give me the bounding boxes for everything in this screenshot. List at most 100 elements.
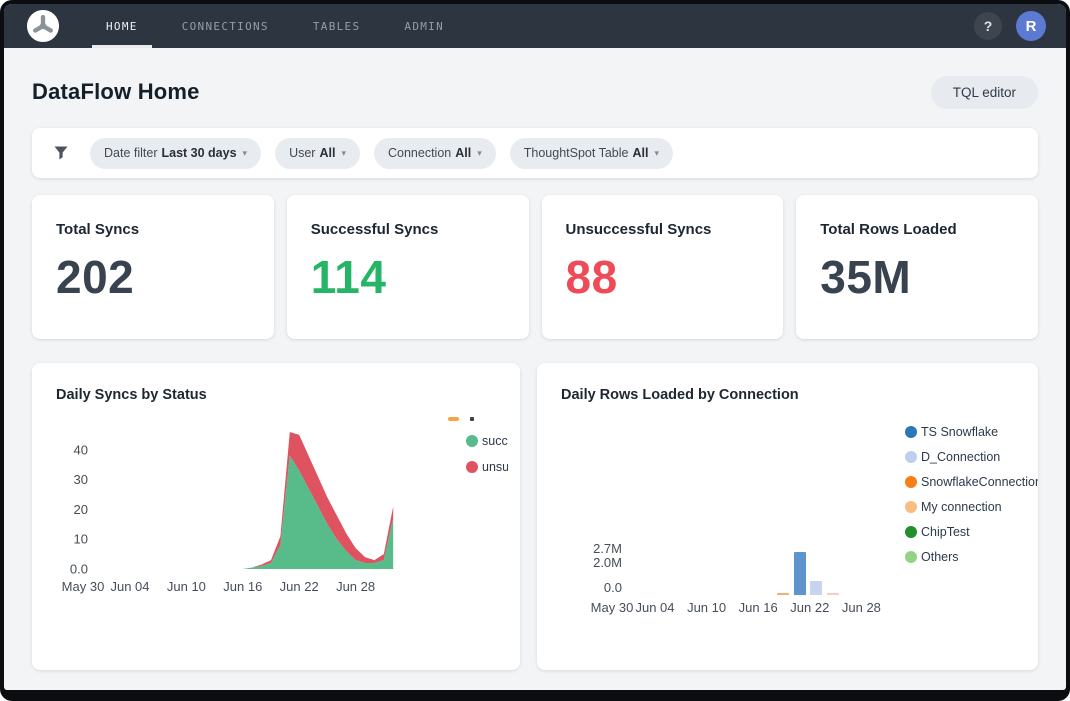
legend-item-unsuccessful[interactable]: unsuccessful [466,459,508,475]
kpi-value: 202 [56,250,250,304]
app-window: HOME CONNECTIONS TABLES ADMIN ? R DataFl… [4,4,1066,690]
legend-label: My connection [921,500,1038,514]
legend-dot [905,451,917,463]
kpi-unsuccessful-syncs[interactable]: Unsuccessful Syncs 88 [542,195,784,339]
area-series[interactable] [83,432,393,569]
kpi-label: Total Syncs [56,221,250,238]
legend-label: unsuccessful [482,460,508,474]
clipped-legend-item[interactable] [448,417,488,421]
legend-dot [905,426,917,438]
chevron-down-icon: ▾ [654,148,659,159]
page-content: DataFlow Home TQL editor Date filter Las… [4,74,1066,670]
page-title: DataFlow Home [32,79,200,105]
x-axis-label: Jun 22 [790,600,829,615]
bar-my-connection[interactable] [827,593,839,595]
page-header: DataFlow Home TQL editor [32,74,1038,110]
kpi-successful-syncs[interactable]: Successful Syncs 114 [287,195,529,339]
tab-admin[interactable]: ADMIN [390,4,458,48]
bar-ts-snowflake[interactable] [794,552,806,595]
legend-item-d-connection[interactable]: D_Connection [905,448,1038,466]
x-axis-label: Jun 04 [635,600,674,615]
chevron-down-icon: ▾ [477,148,482,159]
navbar-right: ? R [974,11,1046,41]
legend-item-others[interactable]: Others [905,548,1038,566]
thoughtspot-logo-icon[interactable] [26,9,60,43]
chart-title: Daily Rows Loaded by Connection [561,387,799,403]
kpi-total-syncs[interactable]: Total Syncs 202 [32,195,274,339]
top-navbar: HOME CONNECTIONS TABLES ADMIN ? R [4,4,1066,48]
filter-bar: Date filter Last 30 days ▾ User All ▾ Co… [32,128,1038,178]
tab-tables[interactable]: TABLES [299,4,375,48]
chart-daily-syncs-by-status: Daily Syncs by Status 0.010203040May 30J… [32,363,520,670]
filter-label: ThoughtSpot Table [524,146,629,160]
legend-item-my-connection[interactable]: My connection [905,498,1038,516]
legend-label: Others [921,550,1038,564]
y-axis-label: 2.7M [562,542,622,556]
filter-value: All [455,146,471,160]
bar-my-connection[interactable] [777,593,789,595]
axis-label: Jun 22 [280,579,319,594]
kpi-value: 35M [820,250,1014,304]
axis-label: Jun 28 [336,579,375,594]
axis-label: 40 [74,442,88,457]
x-axis-label: Jun 28 [842,600,881,615]
axis-label: 30 [74,472,88,487]
charts-row: Daily Syncs by Status 0.010203040May 30J… [32,363,1038,670]
tab-home[interactable]: HOME [92,4,152,48]
tab-connections[interactable]: CONNECTIONS [168,4,283,48]
area-series[interactable] [83,456,393,569]
chart-daily-rows-by-connection: Daily Rows Loaded by Connection 2.7M 2.0… [537,363,1038,670]
legend-label: D_Connection [921,450,1038,464]
filter-funnel-icon[interactable] [46,145,76,161]
filter-connection[interactable]: Connection All ▾ [374,138,496,169]
chevron-down-icon: ▾ [243,148,248,159]
legend-label: TS Snowflake [921,425,1038,439]
legend-dot [905,526,917,538]
axis-label: 20 [74,502,88,517]
window-frame: HOME CONNECTIONS TABLES ADMIN ? R DataFl… [0,0,1070,701]
filter-value: All [319,146,335,160]
area-chart-plot[interactable]: 0.010203040May 30Jun 04Jun 10Jun 16Jun 2… [32,413,520,618]
y-axis-label: 0.0 [562,581,622,595]
legend-dot [466,435,478,447]
legend-item-chiptest[interactable]: ChipTest [905,523,1038,541]
filter-value: All [632,146,648,160]
y-axis-label: 2.0M [562,556,622,570]
filter-user[interactable]: User All ▾ [275,138,360,169]
kpi-value: 88 [566,250,760,304]
legend-label: SnowflakeConnection [921,475,1038,489]
legend-item-snowflakeconnection[interactable]: SnowflakeConnection [905,473,1038,491]
tql-editor-button[interactable]: TQL editor [931,76,1038,109]
filter-value: Last 30 days [162,146,237,160]
filter-label: Connection [388,146,451,160]
filter-label: User [289,146,315,160]
axis-label: Jun 10 [167,579,206,594]
legend-item-ts-snowflake[interactable]: TS Snowflake [905,423,1038,441]
chart-title: Daily Syncs by Status [56,387,207,403]
user-avatar[interactable]: R [1016,11,1046,41]
filter-label: Date filter [104,146,158,160]
filter-thoughtspot-table[interactable]: ThoughtSpot Table All ▾ [510,138,673,169]
kpi-label: Total Rows Loaded [820,221,1014,238]
x-axis-label: Jun 16 [739,600,778,615]
axis-label: 10 [74,532,88,547]
axis-label: Jun 16 [223,579,262,594]
bar-d-connection[interactable] [810,581,822,595]
nav-tabs: HOME CONNECTIONS TABLES ADMIN [92,4,474,48]
legend-item-successful[interactable]: successful [466,433,508,449]
kpi-label: Unsuccessful Syncs [566,221,760,238]
x-axis-label: Jun 10 [687,600,726,615]
legend-dot [905,551,917,563]
axis-label: 0.0 [70,562,88,577]
legend-swatch [470,417,474,421]
chevron-down-icon: ▾ [341,148,346,159]
legend-dot [905,501,917,513]
kpi-total-rows-loaded[interactable]: Total Rows Loaded 35M [796,195,1038,339]
legend-dot [905,476,917,488]
filter-date[interactable]: Date filter Last 30 days ▾ [90,138,261,169]
legend-label: successful [482,434,508,448]
help-button[interactable]: ? [974,12,1002,40]
legend-swatch [448,417,459,421]
legend-dot [466,461,478,473]
x-axis-label: May 30 [591,600,634,615]
